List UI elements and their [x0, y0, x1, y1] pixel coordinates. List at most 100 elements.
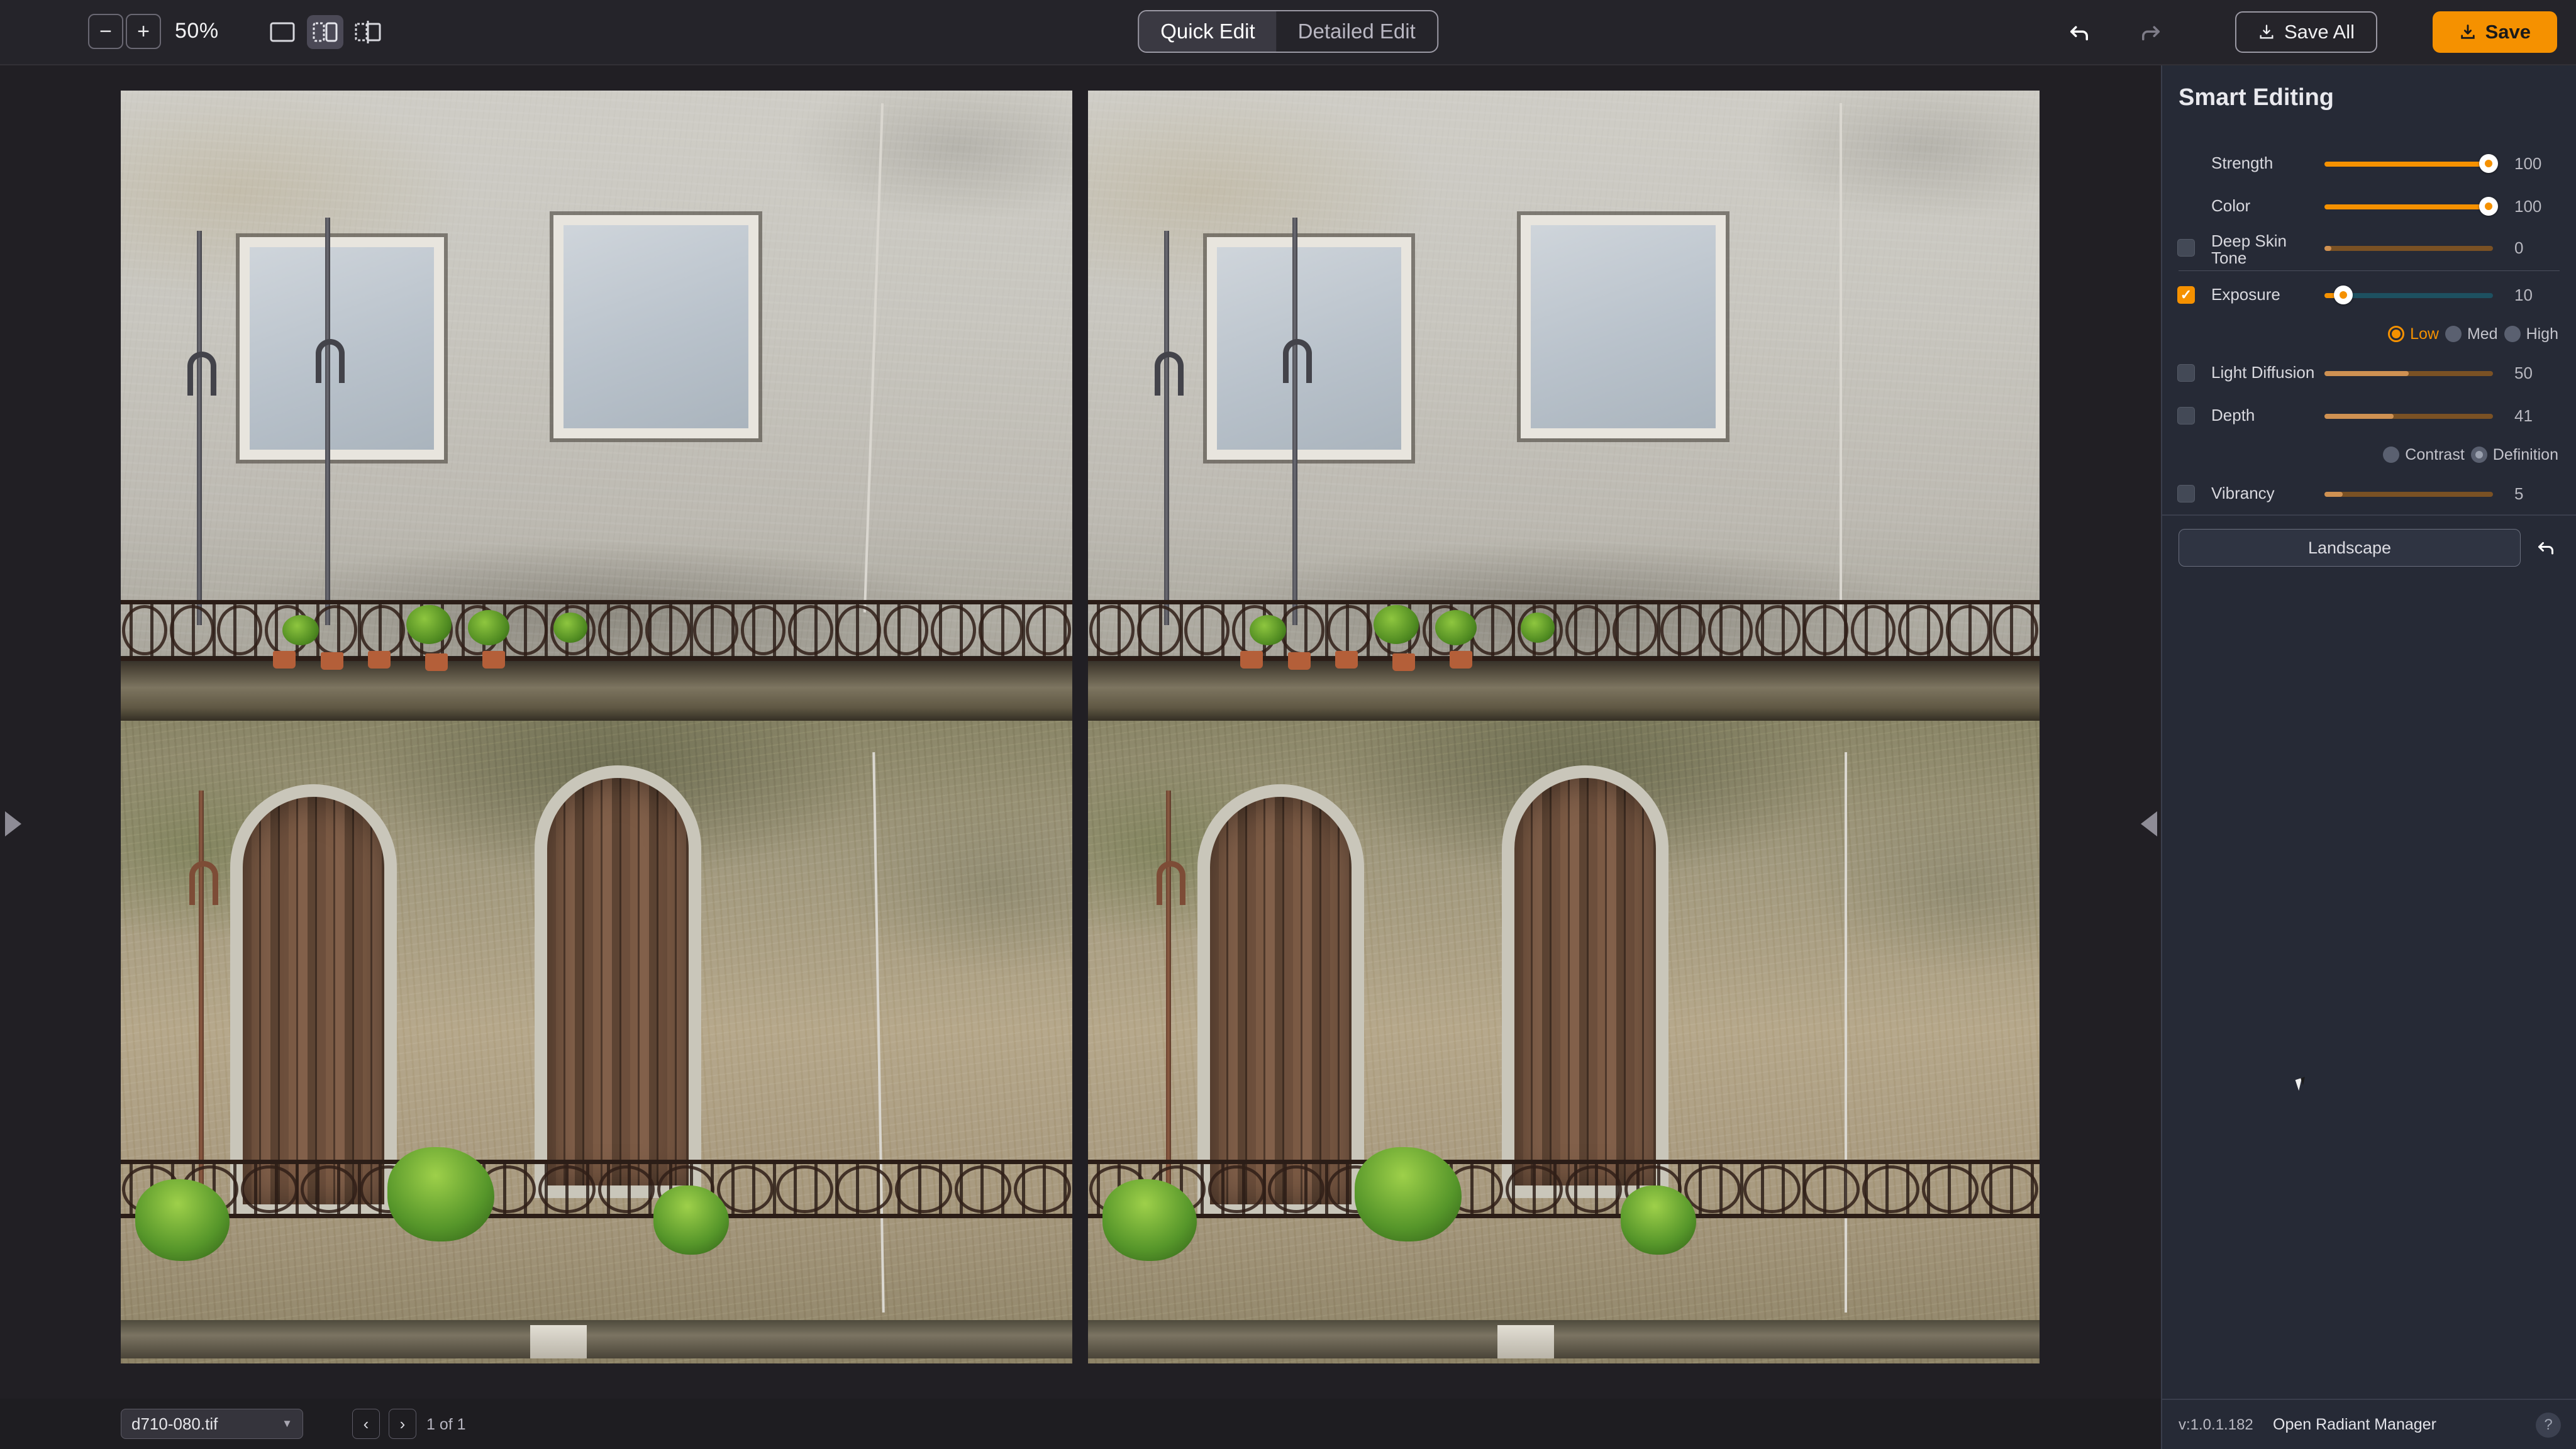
window-right	[553, 215, 758, 438]
upper-balcony-railing	[1088, 599, 2040, 661]
download-icon	[2460, 25, 2475, 39]
zoom-controls: − +	[88, 14, 161, 49]
wall-hook-mid	[316, 338, 345, 383]
strength-slider[interactable]	[2324, 154, 2498, 173]
radio-dot-icon	[2388, 326, 2405, 342]
preset-landscape-button[interactable]: Landscape	[2179, 529, 2521, 567]
radio-dot-icon	[2504, 326, 2521, 342]
upper-balcony-railing	[121, 599, 1072, 661]
vibrancy-checkbox[interactable]	[2177, 485, 2195, 502]
depth-option-definition[interactable]: Definition	[2470, 446, 2558, 464]
exposure-option-high[interactable]: High	[2504, 325, 2558, 343]
flower-pot	[425, 653, 448, 671]
step-stone	[1497, 1325, 1555, 1358]
redo-button[interactable]	[2133, 15, 2168, 50]
tab-detailed-edit[interactable]: Detailed Edit	[1277, 11, 1437, 52]
zoom-out-button[interactable]: −	[88, 14, 123, 49]
preset-reset-button[interactable]	[2532, 534, 2560, 562]
undo-arrow-icon	[2070, 26, 2088, 41]
prev-image-triangle-icon[interactable]	[5, 811, 21, 836]
exposure-option-low[interactable]: Low	[2388, 325, 2439, 343]
door-left	[230, 784, 397, 1218]
overlay-view-button[interactable]	[350, 15, 386, 49]
view-mode-controls	[264, 15, 386, 49]
exposure-label: Exposure	[2211, 285, 2280, 304]
wall-hook-left	[187, 351, 216, 396]
reset-arrow-icon	[2538, 542, 2553, 555]
color-slider[interactable]	[2324, 197, 2498, 216]
after-image-pane[interactable]	[1088, 91, 2040, 1363]
balcony-plant	[282, 614, 319, 645]
radio-dot-icon	[2445, 326, 2462, 342]
vibrancy-value: 5	[2514, 484, 2524, 503]
save-all-label: Save All	[2284, 21, 2355, 43]
light-diffusion-value: 50	[2514, 363, 2533, 382]
control-row-color: Color 100	[2162, 185, 2576, 228]
page-count-label: 1 of 1	[426, 1416, 466, 1433]
exposure-level-radiogroup: Low Med High	[2162, 316, 2576, 352]
downpipe-lower	[1166, 791, 1172, 1198]
window-right	[1521, 215, 1726, 438]
save-all-button[interactable]: Save All	[2235, 11, 2377, 53]
split-view-button[interactable]	[307, 15, 343, 49]
single-view-button[interactable]	[264, 15, 301, 49]
flower-pot	[320, 652, 343, 670]
undo-button[interactable]	[2062, 15, 2097, 50]
ground-shrub	[387, 1146, 494, 1241]
zoom-in-button[interactable]: +	[126, 14, 161, 49]
download-icon	[2260, 25, 2273, 39]
exposure-value: 10	[2514, 285, 2533, 304]
before-image-pane[interactable]	[121, 91, 1072, 1363]
deep-skin-tone-value: 0	[2514, 238, 2524, 257]
radio-dot-icon	[2383, 447, 2400, 463]
exposure-checkbox[interactable]	[2177, 286, 2195, 304]
next-file-button[interactable]: ›	[389, 1409, 416, 1439]
depth-checkbox[interactable]	[2177, 407, 2195, 425]
help-icon[interactable]: ?	[2536, 1413, 2561, 1438]
color-slider-knob[interactable]	[2479, 197, 2498, 216]
save-button[interactable]: Save	[2432, 11, 2557, 53]
exposure-option-high-label: High	[2526, 325, 2558, 343]
control-row-deep-skin-tone: Deep Skin Tone 0	[2162, 228, 2576, 268]
depth-mode-radiogroup: Contrast Definition	[2162, 437, 2576, 472]
tab-quick-edit[interactable]: Quick Edit	[1139, 11, 1277, 52]
balcony-ledge	[1088, 655, 2040, 722]
downpipe-mid	[325, 218, 331, 626]
lower-balcony-railing	[121, 1160, 1072, 1219]
downpipe-lower	[199, 791, 204, 1198]
balcony-plant	[1250, 614, 1287, 645]
exposure-option-med[interactable]: Med	[2445, 325, 2498, 343]
panel-section-divider	[2162, 514, 2576, 516]
depth-slider[interactable]	[2324, 408, 2493, 424]
split-pane-icon	[313, 22, 338, 42]
color-value: 100	[2514, 196, 2542, 216]
after-photo	[1088, 91, 2040, 1363]
file-name-label: d710-080.tif	[131, 1414, 218, 1433]
light-diffusion-checkbox[interactable]	[2177, 364, 2195, 382]
open-radiant-manager-link[interactable]: Open Radiant Manager	[2273, 1416, 2436, 1434]
overlay-compare-icon	[355, 21, 381, 43]
flower-pot	[1335, 650, 1358, 669]
deep-skin-tone-checkbox[interactable]	[2177, 239, 2195, 257]
file-select-dropdown[interactable]: d710-080.tif ▼	[121, 1409, 303, 1439]
exposure-slider-knob[interactable]	[2333, 286, 2353, 304]
strength-slider-knob[interactable]	[2479, 154, 2498, 173]
panel-title: Smart Editing	[2179, 84, 2334, 111]
light-diffusion-slider[interactable]	[2324, 365, 2493, 381]
app-window: − + 50% Quick Edit Detailed Edit Save Al…	[0, 0, 2576, 1449]
exposure-option-low-label: Low	[2410, 325, 2439, 343]
control-row-depth: Depth 41	[2162, 394, 2576, 437]
next-image-triangle-icon[interactable]	[2141, 811, 2157, 836]
wall-hook-mid	[1283, 338, 1313, 383]
preset-row: Landscape	[2162, 529, 2576, 567]
depth-option-contrast[interactable]: Contrast	[2383, 446, 2465, 464]
history-controls	[2062, 15, 2168, 50]
deep-skin-tone-slider[interactable]	[2324, 240, 2493, 256]
downpipe-left	[197, 230, 203, 626]
controls-list: Strength 100 Color 100 Deep Skin Tone 0 …	[2162, 142, 2576, 567]
vibrancy-slider[interactable]	[2324, 486, 2493, 502]
downpipe-mid	[1292, 218, 1298, 626]
prev-file-button[interactable]: ‹	[352, 1409, 380, 1439]
balcony-plant	[1373, 604, 1419, 644]
exposure-slider[interactable]	[2324, 286, 2493, 304]
